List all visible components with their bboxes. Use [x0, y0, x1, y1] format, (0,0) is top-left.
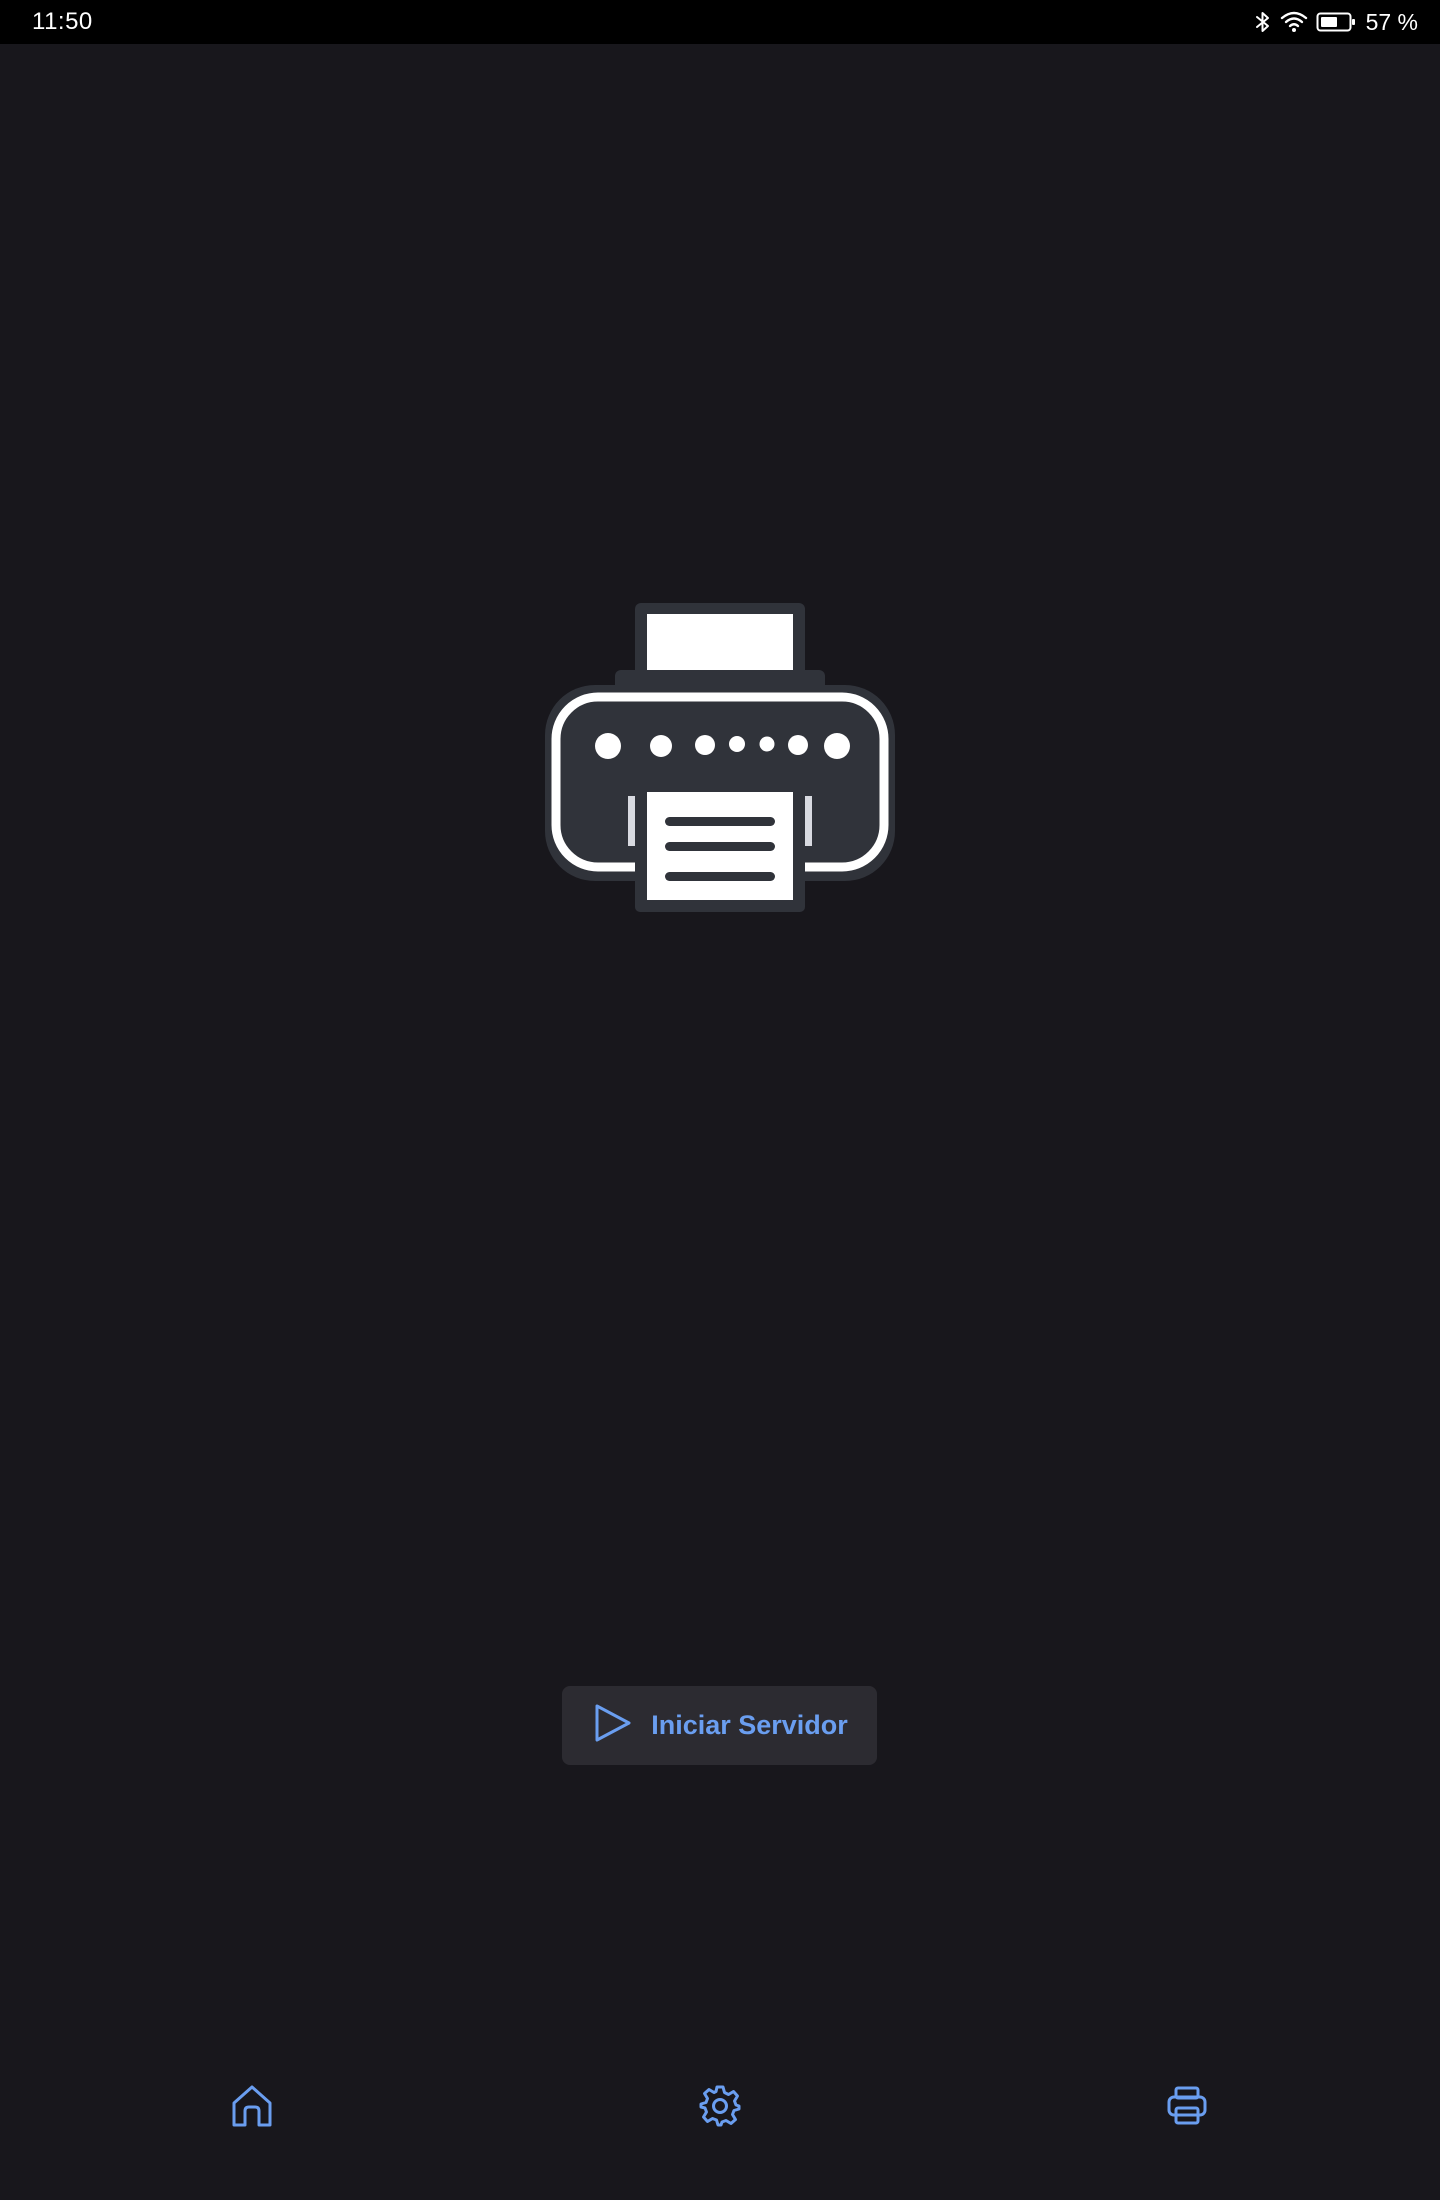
nav-home[interactable] — [222, 2080, 282, 2136]
nav-printer[interactable] — [1157, 2080, 1217, 2136]
bluetooth-icon — [1254, 10, 1272, 34]
start-server-label: Iniciar Servidor — [651, 1710, 848, 1740]
play-icon — [591, 1702, 633, 1749]
nav-settings[interactable] — [690, 2080, 750, 2136]
wifi-icon — [1280, 10, 1308, 34]
status-time: 11:50 — [32, 8, 93, 35]
printer-illustration — [540, 600, 900, 916]
status-icons: 57 % — [1254, 8, 1418, 36]
home-icon — [230, 2083, 274, 2134]
printer-icon — [1165, 2084, 1209, 2133]
start-server-button[interactable]: Iniciar Servidor — [562, 1686, 877, 1765]
status-bar: 11:50 57 % — [0, 0, 1440, 44]
gear-icon — [698, 2084, 742, 2133]
battery-icon — [1316, 10, 1356, 34]
bottom-navigation — [0, 2060, 1440, 2150]
battery-percentage: 57 % — [1365, 8, 1418, 35]
